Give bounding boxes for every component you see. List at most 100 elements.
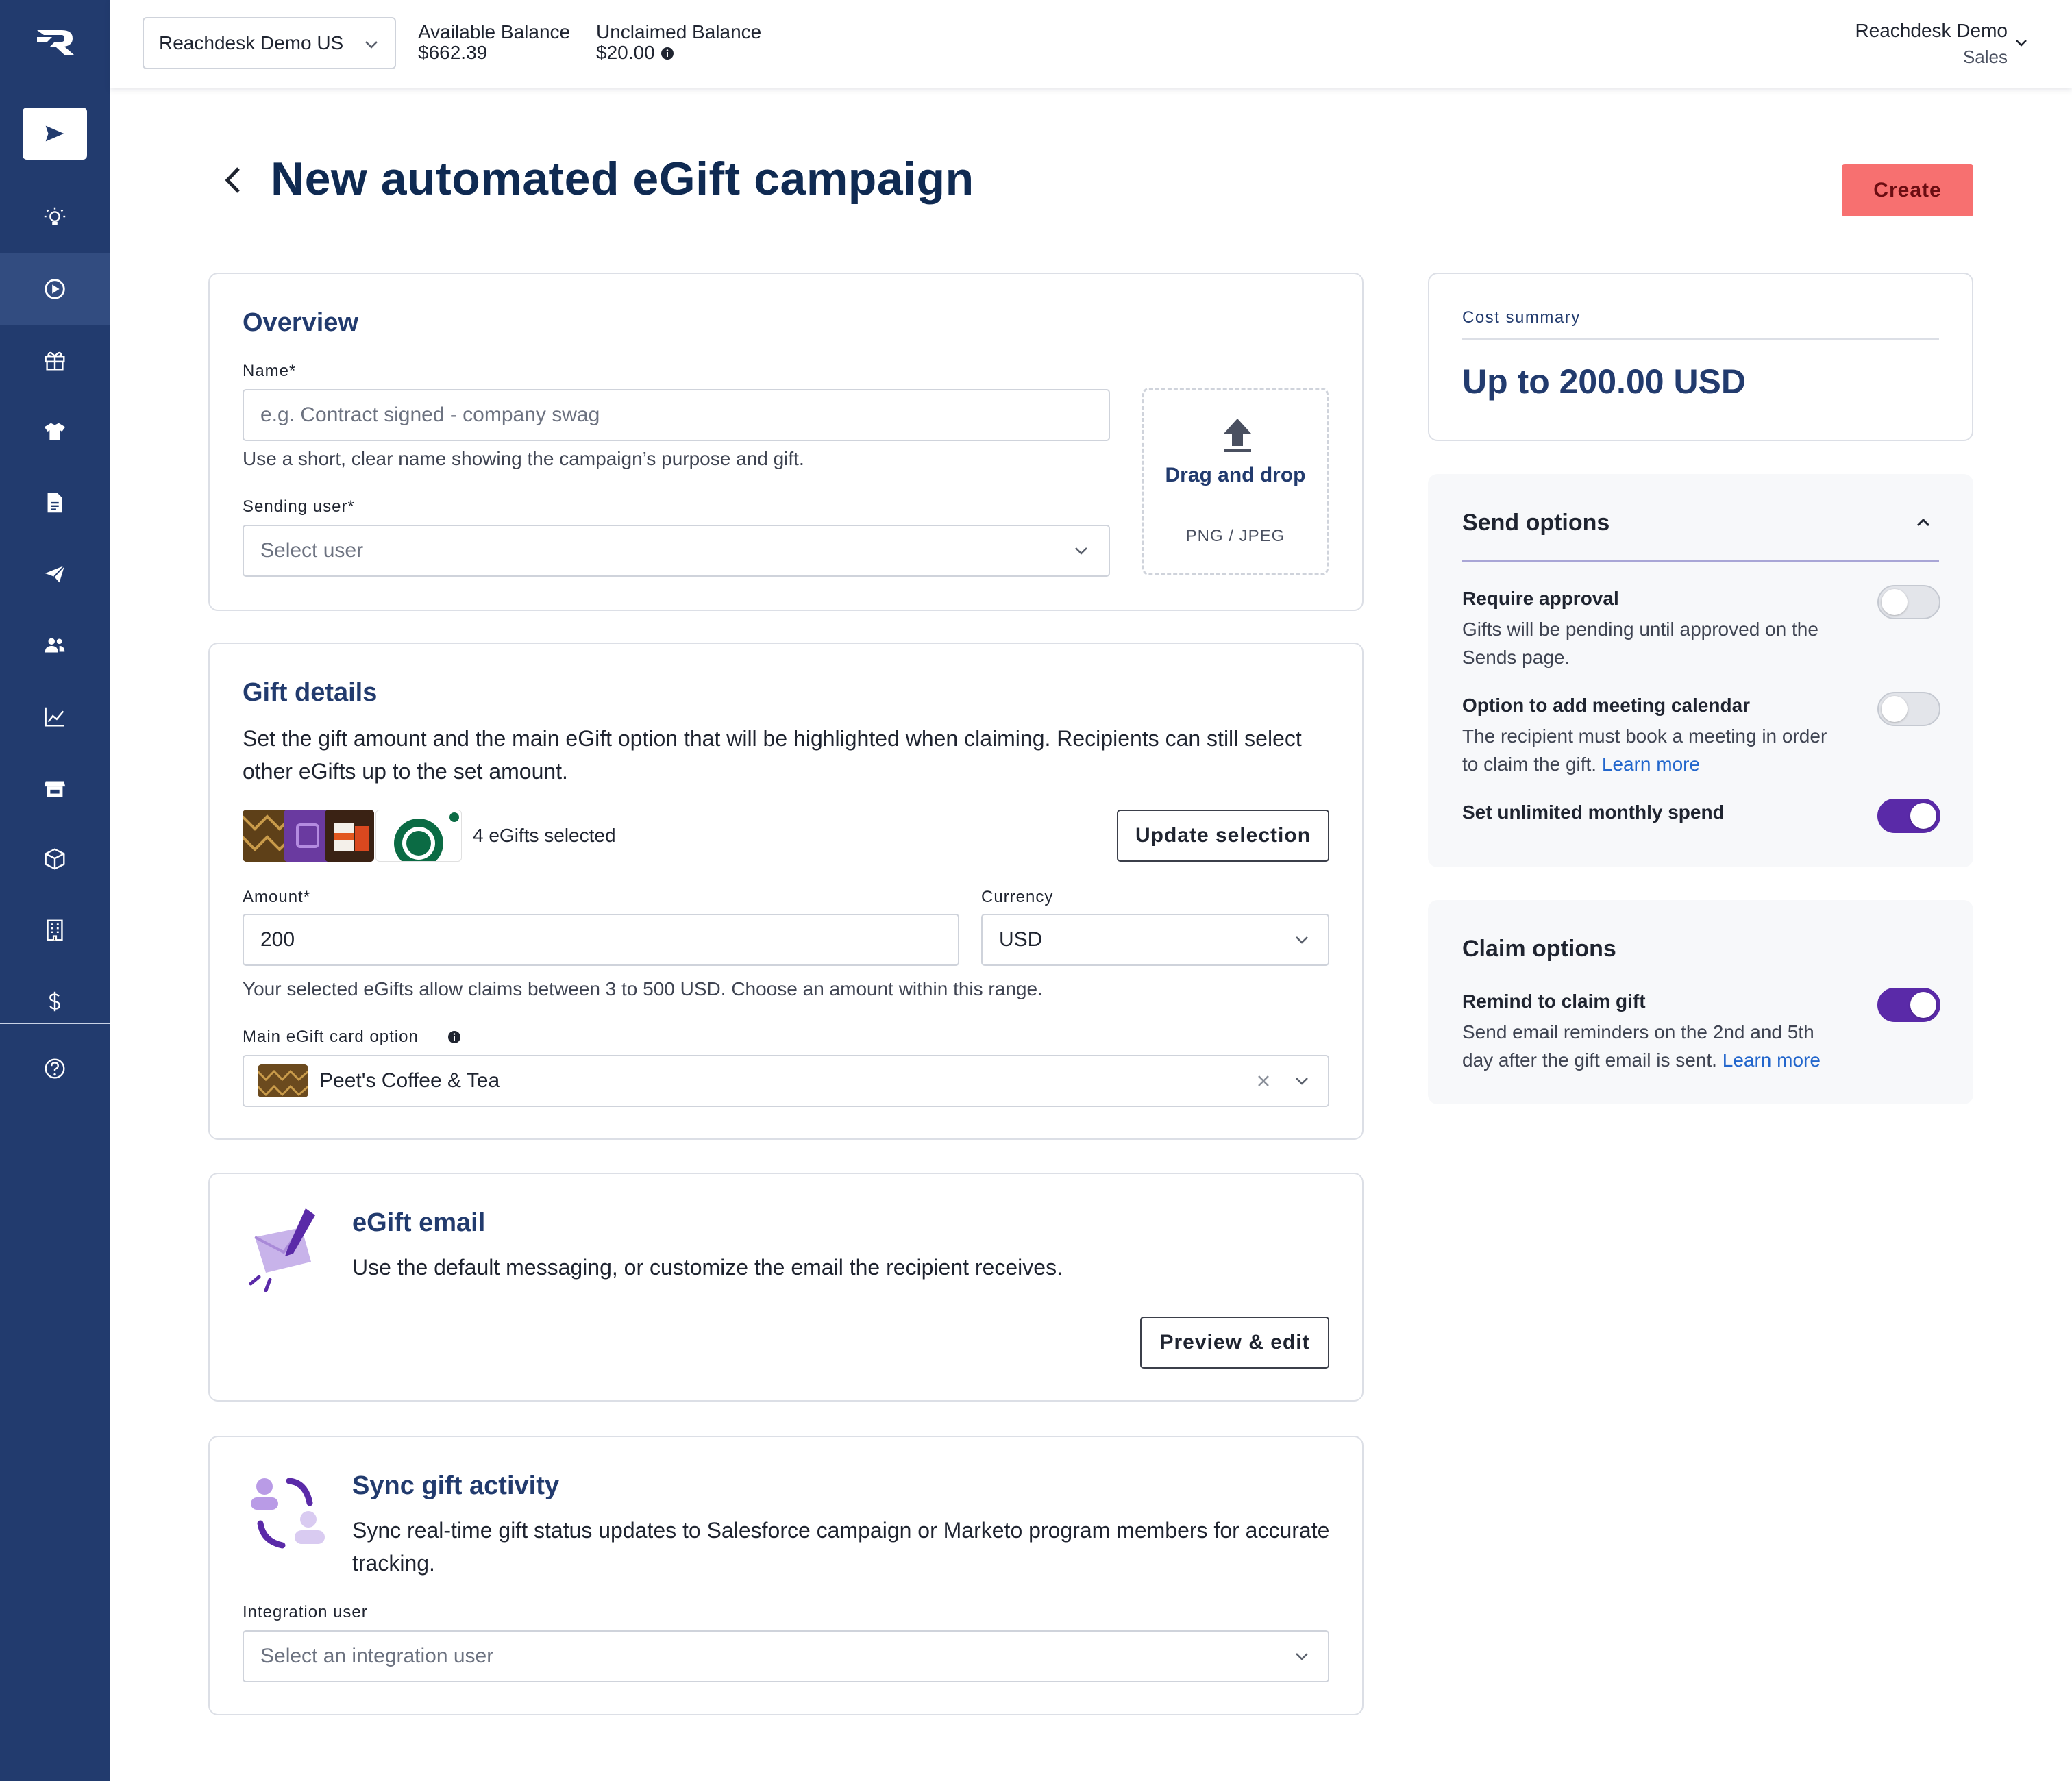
user-name: Reachdesk Demo	[1855, 20, 2008, 41]
available-balance-label: Available Balance	[418, 21, 571, 42]
name-help: Use a short, clear name showing the camp…	[243, 448, 804, 469]
chevron-down-icon	[1296, 1078, 1308, 1085]
sync-description: Sync real-time gift status updates to Sa…	[352, 1518, 1330, 1576]
sidebar-item-inventory[interactable]	[0, 823, 110, 895]
gift-details-description: Set the gift amount and the main eGift o…	[243, 726, 1302, 784]
send-nav-button[interactable]	[23, 108, 87, 160]
user-role: Sales	[1962, 47, 2008, 67]
overview-heading: Overview	[243, 308, 358, 337]
toggle-knob	[1910, 803, 1936, 829]
sidebar-item-billing[interactable]	[0, 966, 110, 1037]
chevron-down-icon[interactable]	[2013, 34, 2030, 51]
sending-user-select[interactable]: Select user	[243, 525, 1110, 577]
image-dropzone[interactable]: Drag and drop PNG / JPEG	[1142, 388, 1329, 575]
chevron-down-icon	[365, 41, 378, 49]
gift-icon	[45, 351, 65, 371]
sync-heading: Sync gift activity	[352, 1471, 559, 1500]
claim-options-heading: Claim options	[1462, 936, 1616, 962]
dropzone-title: Drag and drop	[1165, 464, 1306, 486]
gift-details-heading: Gift details	[243, 678, 378, 707]
users-icon	[45, 638, 65, 653]
sync-icon	[251, 1478, 325, 1549]
require-approval-desc: Gifts will be pending until approved on …	[1462, 619, 1818, 668]
send-options-divider	[1462, 560, 1939, 562]
currency-select[interactable]: USD	[981, 914, 1329, 966]
sidebar-item-insights[interactable]	[0, 182, 110, 253]
unlimited-spend-toggle[interactable]	[1877, 799, 1940, 833]
meeting-calendar-learn-more-link[interactable]: Learn more	[1602, 754, 1700, 775]
top-bar: Reachdesk Demo US Available Balance $662…	[110, 0, 2072, 88]
name-label: Name*	[243, 362, 297, 380]
account-select-value: Reachdesk Demo US	[159, 32, 344, 53]
currency-value: USD	[999, 928, 1043, 951]
meeting-calendar-toggle[interactable]	[1877, 692, 1940, 726]
building-icon	[47, 919, 63, 941]
integration-user-placeholder: Select an integration user	[260, 1645, 494, 1667]
meeting-calendar-title: Option to add meeting calendar	[1462, 695, 1751, 716]
help-icon	[45, 1058, 65, 1079]
info-icon[interactable]	[447, 1030, 462, 1045]
coffee-cup-icon	[325, 810, 374, 862]
chevron-down-icon	[1296, 936, 1308, 944]
preview-edit-button[interactable]: Preview & edit	[1140, 1317, 1329, 1369]
document-icon	[47, 493, 62, 513]
account-select[interactable]: Reachdesk Demo US	[143, 17, 396, 69]
peets-thumbnail	[258, 1064, 308, 1097]
sidebar-item-campaigns[interactable]	[0, 253, 110, 325]
paper-plane-icon	[45, 564, 65, 583]
egift-thumbnail	[375, 810, 462, 862]
pattern-icon	[258, 1064, 308, 1097]
unclaimed-balance: Unclaimed Balance $20.00	[596, 22, 761, 63]
integration-user-select[interactable]: Select an integration user	[243, 1630, 1329, 1682]
sidebar-item-documents[interactable]	[0, 467, 110, 538]
cost-summary-value: Up to 200.00 USD	[1462, 362, 1747, 401]
sidebar-item-marketplace[interactable]	[0, 752, 110, 823]
sidebar-item-help[interactable]	[0, 1033, 110, 1104]
sidebar-item-analytics[interactable]	[0, 681, 110, 752]
user-menu[interactable]: Reachdesk Demo Sales	[1855, 18, 2008, 70]
cost-summary-card	[1428, 273, 1973, 441]
unclaimed-balance-value: $20.00	[596, 42, 655, 63]
chevron-down-icon	[1296, 1653, 1308, 1660]
sidebar-item-swag[interactable]	[0, 396, 110, 467]
toggle-knob	[1910, 992, 1936, 1018]
dropzone-formats: PNG / JPEG	[1185, 527, 1285, 545]
reachdesk-logo[interactable]	[34, 27, 77, 58]
page-title: New automated eGift campaign	[271, 153, 974, 205]
main-egift-value: Peet's Coffee & Tea	[319, 1069, 500, 1092]
back-arrow-icon[interactable]	[218, 163, 248, 197]
chevron-up-icon[interactable]	[1913, 512, 1934, 533]
sidebar-item-gifts[interactable]	[0, 325, 110, 396]
create-button[interactable]: Create	[1842, 164, 1973, 216]
sending-user-label: Sending user*	[243, 497, 355, 516]
store-icon	[44, 781, 66, 797]
sidebar-item-organization[interactable]	[0, 895, 110, 966]
sidebar-item-sends[interactable]	[0, 538, 110, 610]
dollar-icon	[49, 991, 60, 1012]
name-input[interactable]: e.g. Contract signed - company swag	[243, 389, 1110, 441]
main-egift-select[interactable]: Peet's Coffee & Tea	[243, 1055, 1329, 1107]
amount-input[interactable]: 200	[243, 914, 959, 966]
envelope-pen-icon	[249, 1208, 315, 1292]
cost-summary-label: Cost summary	[1462, 308, 1581, 327]
sidebar-item-contacts[interactable]	[0, 610, 110, 681]
require-approval-toggle[interactable]	[1877, 585, 1940, 619]
available-balance: Available Balance $662.39	[418, 22, 570, 63]
sending-user-placeholder: Select user	[260, 539, 364, 562]
info-icon[interactable]	[660, 46, 675, 61]
sidebar-divider	[0, 1023, 110, 1024]
clear-icon[interactable]	[1254, 1071, 1273, 1091]
send-icon	[45, 125, 64, 142]
remind-claim-toggle[interactable]	[1877, 988, 1940, 1022]
send-options-heading: Send options	[1462, 510, 1610, 536]
remind-claim-learn-more-link[interactable]: Learn more	[1723, 1049, 1821, 1071]
remind-claim-title: Remind to claim gift	[1462, 991, 1646, 1012]
egift-thumbnail	[325, 810, 374, 862]
update-selection-button[interactable]: Update selection	[1117, 810, 1329, 862]
amount-label: Amount*	[243, 888, 311, 906]
unclaimed-balance-label: Unclaimed Balance	[596, 21, 762, 42]
egift-email-heading: eGift email	[352, 1208, 486, 1237]
toggle-knob	[1882, 589, 1908, 615]
play-circle-icon	[45, 279, 65, 299]
amount-range-help: Your selected eGifts allow claims betwee…	[243, 978, 1043, 999]
